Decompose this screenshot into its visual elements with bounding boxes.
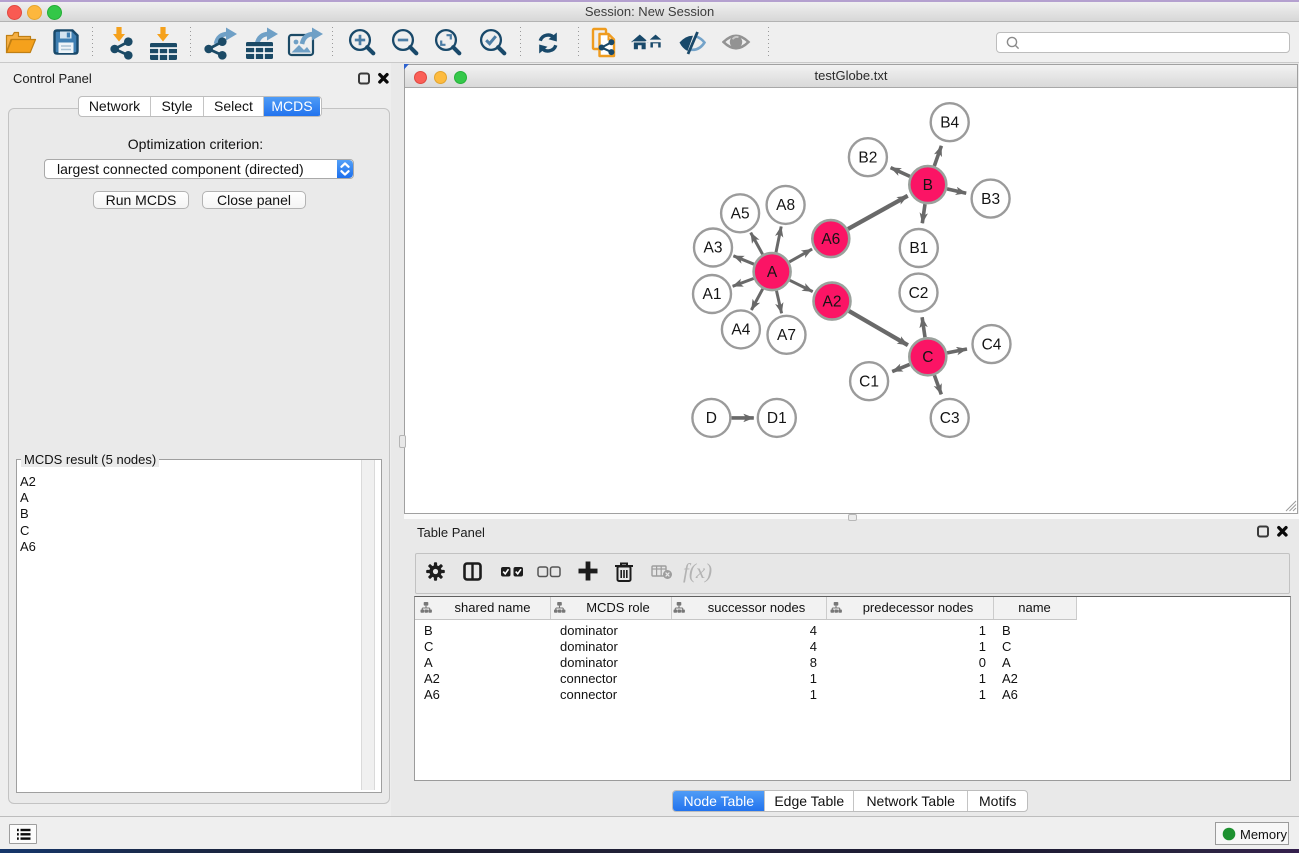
svg-text:A6: A6 xyxy=(821,231,840,248)
svg-text:A: A xyxy=(767,264,778,281)
svg-text:C2: C2 xyxy=(909,285,929,302)
svg-text:B3: B3 xyxy=(981,191,1000,208)
svg-text:B: B xyxy=(923,177,933,194)
svg-text:A1: A1 xyxy=(703,286,722,303)
svg-text:C4: C4 xyxy=(982,336,1002,353)
svg-text:A8: A8 xyxy=(776,197,795,214)
svg-text:A2: A2 xyxy=(823,293,842,310)
svg-text:B2: B2 xyxy=(858,149,877,166)
svg-text:C: C xyxy=(922,349,933,366)
svg-text:C1: C1 xyxy=(859,373,879,390)
svg-text:D: D xyxy=(706,410,717,427)
svg-text:D1: D1 xyxy=(767,410,787,427)
svg-text:B4: B4 xyxy=(940,114,959,131)
svg-text:B1: B1 xyxy=(909,240,928,257)
svg-text:A5: A5 xyxy=(731,206,750,223)
svg-text:A7: A7 xyxy=(777,327,796,344)
svg-text:A4: A4 xyxy=(731,322,750,339)
svg-text:C3: C3 xyxy=(940,410,960,427)
svg-text:A3: A3 xyxy=(704,240,723,257)
